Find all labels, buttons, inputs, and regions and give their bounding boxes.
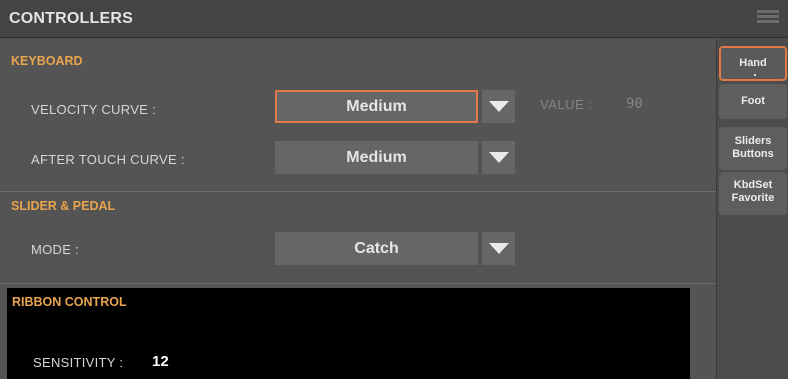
velocity-curve-dropdown[interactable]: Medium [275, 90, 515, 123]
slider-pedal-section-title: SLIDER & PEDAL [11, 199, 116, 213]
velocity-curve-value[interactable]: Medium [275, 90, 478, 123]
page-title: CONTROLLERS [9, 10, 133, 27]
tab-foot-label: Foot [741, 95, 765, 107]
tab-kbdset-favorite-line1: KbdSet [733, 179, 773, 191]
side-tabs: Hand Foot Sliders Buttons KbdSet Favorit… [716, 39, 788, 379]
velocity-value-label: VALUE : [540, 97, 593, 112]
mode-dropdown[interactable]: Catch [275, 232, 515, 265]
tab-hand[interactable]: Hand [719, 46, 787, 81]
velocity-curve-label: VELOCITY CURVE : [31, 102, 156, 117]
keyboard-section-title: KEYBOARD [11, 54, 83, 68]
tab-hand-label: Hand [739, 57, 767, 69]
mode-value[interactable]: Catch [275, 232, 478, 265]
tab-sliders-buttons-line2: Buttons [732, 148, 774, 160]
title-bar: CONTROLLERS [0, 0, 788, 38]
after-touch-curve-label: AFTER TOUCH CURVE : [31, 152, 185, 167]
hamburger-menu-icon[interactable] [757, 10, 779, 27]
velocity-curve-dropdown-arrow[interactable] [482, 90, 515, 123]
ribbon-control-section-title: RIBBON CONTROL [12, 295, 127, 309]
triangle-down-icon [489, 101, 509, 112]
ribbon-control-panel: RIBBON CONTROL SENSITIVITY : 12 [7, 288, 690, 379]
tab-foot[interactable]: Foot [719, 84, 787, 119]
tab-sliders-buttons-line1: Sliders [734, 135, 772, 147]
section-divider [0, 283, 716, 284]
after-touch-curve-dropdown[interactable]: Medium [275, 141, 515, 174]
tab-kbdset-favorite[interactable]: KbdSet Favorite [719, 172, 787, 215]
sensitivity-label: SENSITIVITY : [33, 355, 124, 370]
mode-label: MODE : [31, 242, 80, 257]
velocity-value-number: 90 [626, 96, 643, 112]
tab-active-dot [754, 74, 756, 76]
sensitivity-value[interactable]: 12 [152, 353, 169, 370]
tab-kbdset-favorite-line2: Favorite [731, 192, 775, 204]
triangle-down-icon [489, 243, 509, 254]
tab-sliders-buttons[interactable]: Sliders Buttons [719, 127, 787, 170]
section-divider [0, 191, 716, 192]
after-touch-curve-value[interactable]: Medium [275, 141, 478, 174]
after-touch-curve-dropdown-arrow[interactable] [482, 141, 515, 174]
triangle-down-icon [489, 152, 509, 163]
mode-dropdown-arrow[interactable] [482, 232, 515, 265]
